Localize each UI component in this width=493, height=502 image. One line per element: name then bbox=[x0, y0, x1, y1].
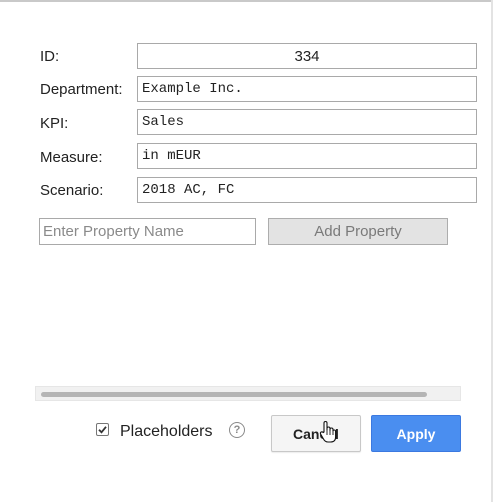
placeholders-label: Placeholders bbox=[120, 423, 213, 440]
question-circle-icon[interactable]: ? bbox=[229, 422, 245, 438]
hand-cursor-icon bbox=[319, 420, 337, 443]
placeholders-checkbox[interactable] bbox=[96, 423, 109, 436]
scenario-label: Scenario: bbox=[40, 182, 104, 199]
department-field[interactable] bbox=[137, 76, 477, 102]
property-name-input[interactable] bbox=[39, 218, 256, 245]
id-label: ID: bbox=[40, 48, 60, 65]
scrollbar-thumb[interactable] bbox=[41, 392, 427, 397]
add-property-button[interactable]: Add Property bbox=[268, 218, 448, 245]
measure-label: Measure: bbox=[40, 149, 103, 166]
apply-button-label: Apply bbox=[396, 425, 436, 442]
department-label: Department: bbox=[40, 81, 123, 98]
checkmark-icon bbox=[98, 426, 107, 434]
horizontal-scrollbar[interactable] bbox=[35, 386, 461, 401]
id-field[interactable] bbox=[137, 43, 477, 69]
kpi-label: KPI: bbox=[40, 115, 69, 132]
apply-button[interactable]: Apply bbox=[371, 415, 461, 452]
scenario-field[interactable] bbox=[137, 177, 477, 203]
dialog-top-border bbox=[0, 0, 493, 2]
measure-field[interactable] bbox=[137, 143, 477, 169]
cancel-button[interactable]: Cancel bbox=[271, 415, 361, 452]
kpi-field[interactable] bbox=[137, 109, 477, 135]
